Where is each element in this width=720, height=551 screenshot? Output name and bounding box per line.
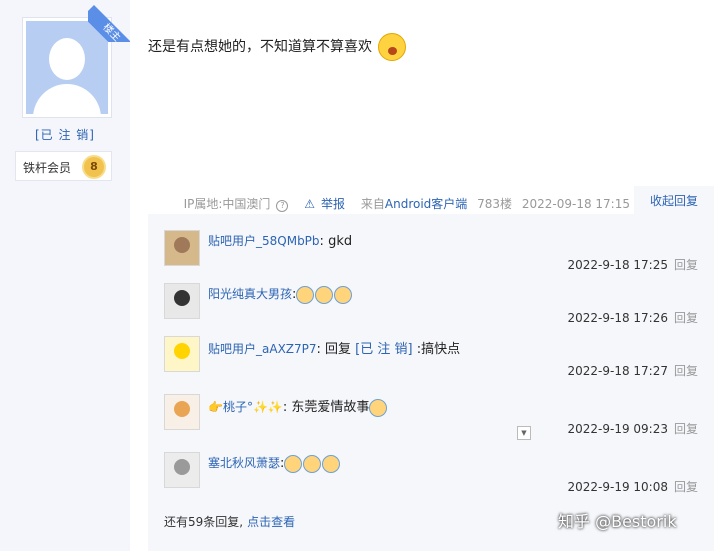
reply-item: 贴吧用户_aAXZ7P7: 回复 [已 注 销] :搞快点 2022-9-18 … (148, 320, 714, 378)
reply-username[interactable]: 阳光纯真大男孩 (208, 287, 292, 301)
emoji-icon (322, 454, 341, 473)
emoji-icon (334, 285, 353, 304)
reply-item: 阳光纯真大男孩: 2022-9-18 17:26 回复 (148, 267, 714, 325)
op-ribbon: 楼主 (88, 0, 130, 42)
collapse-replies-button[interactable]: 收起回复 (634, 186, 714, 214)
reply-time: 2022-9-19 09:23 回复 (567, 422, 698, 436)
reply-avatar[interactable] (164, 394, 200, 430)
reply-panel: 贴吧用户_58QMbPb: gkd 2022-9-18 17:25 回复 阳光纯真… (148, 214, 714, 551)
more-replies-count: 还有59条回复, (164, 515, 244, 529)
reply-avatar[interactable] (164, 283, 200, 319)
reply-username[interactable]: 贴吧用户_58QMbPb (208, 234, 320, 248)
post-text: 还是有点想她的，不知道算不算喜欢 (148, 39, 372, 55)
level-number-icon: 8 (84, 157, 104, 177)
report-link[interactable]: ⚠ 举报 (298, 197, 345, 211)
ip-location: IP属地:中国澳门 (183, 197, 271, 211)
reply-text: gkd (323, 234, 353, 249)
reply-text: 东莞爱情故事 (287, 400, 370, 415)
author-sidebar: 楼主 [已 注 销] 铁杆会员 8 (0, 0, 130, 551)
reply-username[interactable]: 👉桃子°✨✨ (208, 400, 283, 414)
reply-item: 👉桃子°✨✨: 东莞爱情故事 2022-9-19 09:23 回复 (148, 378, 714, 436)
reply-item: 塞北秋风萧瑟: 2022-9-19 10:08 回复 (148, 436, 714, 494)
emoji-icon (296, 285, 315, 304)
emoji-icon (303, 454, 322, 473)
reply-button[interactable]: 回复 (674, 480, 698, 494)
post-content: 还是有点想她的，不知道算不算喜欢 (148, 33, 407, 61)
reply-username[interactable]: 塞北秋风萧瑟 (208, 456, 280, 470)
post-source: 来自Android客户端 (360, 197, 468, 211)
author-name[interactable]: [已 注 销] (0, 126, 130, 143)
post-datetime: 2022-09-18 17:15 (521, 197, 630, 211)
reply-time: 2022-9-18 17:27 回复 (567, 364, 698, 378)
reply-button[interactable]: 回复 (674, 364, 698, 378)
emoji-icon (315, 285, 334, 304)
member-level-label: 铁杆会员 (23, 161, 72, 175)
emoji-icon (369, 398, 388, 417)
help-icon[interactable]: ? (276, 200, 289, 212)
floor-number: 783楼 (477, 197, 513, 211)
op-ribbon-label: 楼主 (88, 5, 130, 42)
mention-link[interactable]: [已 注 销] (355, 342, 412, 357)
reply-avatar[interactable] (164, 230, 200, 266)
reply-item: 贴吧用户_58QMbPb: gkd 2022-9-18 17:25 回复 (148, 214, 714, 272)
source-app-link[interactable]: Android客户端 (385, 197, 467, 211)
post-meta: IP属地:中国澳门? ⚠ 举报 来自Android客户端 783楼 2022-09… (178, 195, 630, 212)
member-level-badge[interactable]: 铁杆会员 8 (15, 151, 112, 181)
reply-avatar[interactable] (164, 452, 200, 488)
view-more-link[interactable]: 点击查看 (247, 515, 295, 529)
more-replies: 还有59条回复, 点击查看 (164, 513, 295, 530)
watermark: 知乎 @Bestorik (558, 512, 677, 531)
yawn-emoji-icon (378, 33, 407, 61)
reply-time: 2022-9-19 10:08 回复 (567, 480, 698, 494)
emoji-icon (284, 454, 303, 473)
reply-button[interactable]: 回复 (674, 422, 698, 436)
warning-icon: ⚠ (304, 197, 316, 211)
report-label: 举报 (321, 197, 346, 211)
reply-avatar[interactable] (164, 336, 200, 372)
reply-username[interactable]: 贴吧用户_aAXZ7P7 (208, 342, 317, 356)
